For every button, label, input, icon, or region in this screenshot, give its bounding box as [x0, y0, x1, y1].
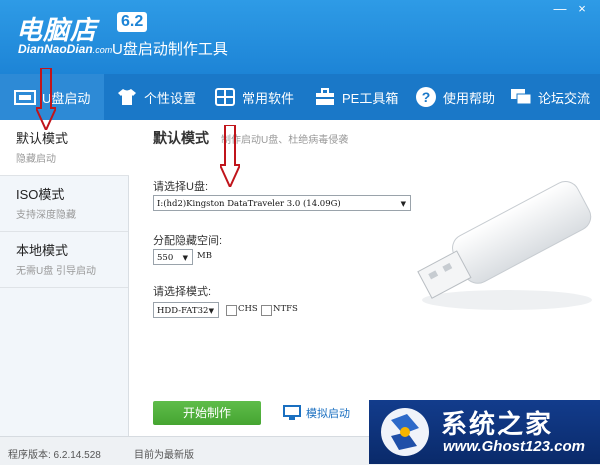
nav-label: PE工具箱: [342, 90, 399, 106]
title-bar: 电脑店 6.2 DianNaoDian.com U盘启动制作工具 — ×: [0, 0, 600, 74]
update-status-text: 目前为最新版: [134, 450, 194, 461]
start-make-button[interactable]: 开始制作: [153, 401, 261, 425]
main-panel: 默认模式 制作启动U盘、杜绝病毒侵袭 请选择U盘: I:(hd2)Kingsto…: [129, 120, 600, 436]
help-icon: ?: [416, 87, 436, 107]
sidebar-item-subtitle: 无需U盘 引导启动: [16, 266, 96, 277]
logo-english-domain: .com: [92, 45, 113, 55]
chs-checkbox[interactable]: [226, 305, 237, 316]
main-nav: U盘启动 个性设置 常用软件 PE工具箱 ? 使用帮助 论坛交流: [0, 74, 600, 120]
ntfs-label: NTFS: [273, 304, 298, 314]
select-disk-label: 请选择U盘:: [153, 181, 208, 193]
nav-label: 论坛交流: [538, 90, 591, 106]
nav-pe-toolbox[interactable]: PE工具箱: [314, 74, 398, 120]
nav-label: 使用帮助: [443, 90, 496, 106]
watermark: 系统之家 www.Ghost123.com: [369, 400, 600, 464]
annotation-arrow-down-icon: [220, 125, 240, 187]
logo-english-text: DianNaoDian: [18, 42, 93, 56]
simulate-boot-label: 模拟启动: [306, 408, 350, 420]
sidebar-item-iso-mode[interactable]: ISO模式 支持深度隐藏: [0, 176, 128, 232]
format-mode-select[interactable]: HDD-FAT32 ▼: [153, 302, 219, 318]
hidden-space-value: 550: [157, 253, 174, 263]
grid-apps-icon: [215, 88, 235, 106]
svg-text:?: ?: [422, 89, 431, 105]
page-title: 默认模式: [153, 130, 209, 146]
hidden-space-select[interactable]: 550 ▼: [153, 249, 193, 265]
version-badge: 6.2: [117, 12, 148, 32]
minimize-button[interactable]: —: [552, 2, 568, 16]
chs-label: CHS: [238, 304, 258, 314]
sidebar-item-subtitle: 支持深度隐藏: [16, 210, 76, 221]
sidebar-item-title: 默认模式: [16, 131, 69, 146]
sidebar-item-default-mode[interactable]: 默认模式 隐藏启动: [0, 120, 129, 176]
mode-sidebar: 默认模式 隐藏启动 ISO模式 支持深度隐藏 本地模式 无需U盘 引导启动: [0, 120, 129, 436]
nav-label: 个性设置: [144, 90, 197, 106]
sidebar-item-title: 本地模式: [16, 243, 69, 258]
nav-personalize[interactable]: 个性设置: [116, 74, 196, 120]
annotation-arrow-down-icon: [36, 68, 56, 130]
nav-help[interactable]: ? 使用帮助: [415, 74, 495, 120]
hidden-space-label: 分配隐藏空间:: [153, 235, 223, 247]
select-mode-label: 请选择模式:: [153, 286, 212, 298]
chat-icon: [511, 89, 532, 105]
nav-forum[interactable]: 论坛交流: [510, 74, 590, 120]
tshirt-icon: [118, 89, 136, 105]
hidden-space-unit: MB: [197, 251, 212, 261]
watermark-logo-icon: [381, 408, 429, 456]
ntfs-checkbox[interactable]: [261, 305, 272, 316]
usb-disk-value: I:(hd2)Kingston DataTraveler 3.0 (14.09G…: [157, 199, 341, 209]
toolbox-icon: [316, 88, 334, 105]
close-button[interactable]: ×: [574, 2, 590, 16]
usb-disk-select[interactable]: I:(hd2)Kingston DataTraveler 3.0 (14.09G…: [153, 195, 411, 211]
sidebar-item-title: ISO模式: [16, 187, 65, 202]
app-logo-english: DianNaoDian.com: [18, 42, 112, 56]
watermark-url: www.Ghost123.com: [443, 438, 585, 455]
usb-home-icon: [14, 90, 36, 105]
usb-drive-illustration: [417, 180, 592, 310]
chevron-down-icon: ▼: [208, 307, 214, 315]
monitor-icon: [283, 405, 301, 420]
sidebar-item-subtitle: 隐藏启动: [16, 154, 56, 165]
nav-common-software[interactable]: 常用软件: [214, 74, 294, 120]
simulate-boot-button[interactable]: 模拟启动: [283, 403, 350, 423]
watermark-title: 系统之家: [441, 409, 554, 439]
mode-description: 制作启动U盘、杜绝病毒侵袭: [221, 135, 349, 146]
sidebar-item-local-mode[interactable]: 本地模式 无需U盘 引导启动: [0, 232, 128, 288]
format-mode-value: HDD-FAT32: [157, 306, 209, 316]
app-subtitle: U盘启动制作工具: [112, 41, 228, 58]
version-text: 程序版本: 6.2.14.528: [8, 450, 101, 461]
chevron-down-icon: ▼: [182, 254, 188, 262]
nav-label: 常用软件: [242, 90, 295, 106]
